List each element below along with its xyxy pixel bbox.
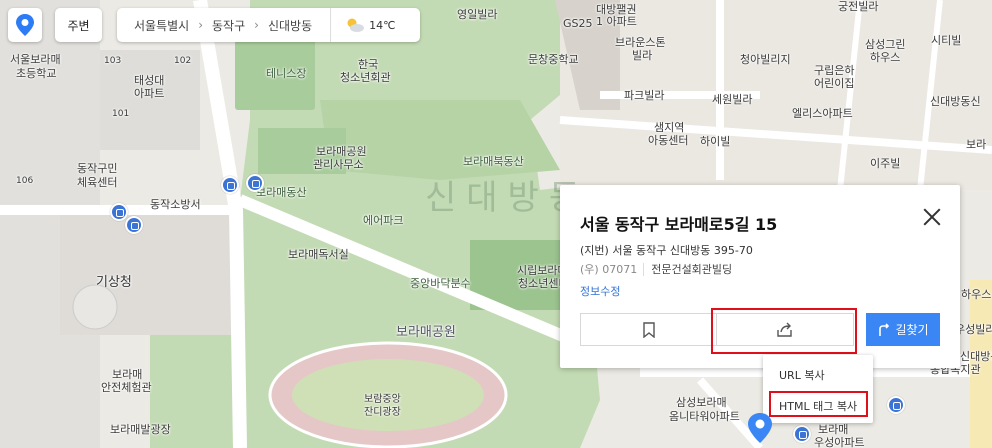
map-label[interactable]: 엘리스아파트 (792, 107, 853, 120)
map-label[interactable]: 동작소방서 (150, 198, 201, 211)
bus-stop-icon[interactable] (221, 176, 239, 194)
map-label[interactable]: 삼성그린 (865, 38, 905, 51)
map-label[interactable]: 청아빌리지 (740, 53, 791, 66)
breadcrumb: 서울특별시 › 동작구 › 신대방동 14℃ (117, 8, 420, 42)
map-label[interactable]: 샘지역 (654, 121, 684, 134)
bus-stop-icon[interactable] (887, 396, 905, 414)
map-label[interactable]: 보라매북동산 (463, 155, 524, 168)
map-label[interactable]: 브라운스톤 (615, 36, 666, 49)
chevron-right-icon: › (254, 18, 259, 32)
bus-stop-icon[interactable] (793, 425, 811, 443)
map-label[interactable]: 아파트 (134, 87, 164, 100)
postcode-line: (우) 07071 전문건설회관빌딩 (580, 261, 733, 277)
map-label[interactable]: 옴니타워아파트 (669, 410, 740, 423)
home-logo[interactable] (8, 8, 42, 42)
map-label[interactable]: 태성대 (134, 74, 164, 87)
bookmark-icon (642, 321, 655, 338)
map-label: 101 (112, 109, 130, 119)
bus-stop-icon[interactable] (246, 174, 264, 192)
directions-icon (879, 322, 890, 336)
nearby-button[interactable]: 주변 (55, 8, 102, 42)
map-label[interactable]: 궁전빌라 (838, 0, 878, 13)
map-label[interactable]: 하이빌 (700, 135, 730, 148)
map-label[interactable]: 신대방동신 (930, 95, 981, 108)
map-label[interactable]: 신대방동 (960, 350, 992, 363)
breadcrumb-dong[interactable]: 신대방동 (259, 17, 312, 34)
map-label[interactable]: 청소년회관 (340, 71, 391, 84)
directions-button[interactable]: 길찾기 (866, 313, 940, 346)
map-label: 103 (104, 56, 122, 66)
share-highlight-box (711, 308, 857, 354)
map-label[interactable]: 문창중학교 (528, 53, 579, 66)
breadcrumb-city[interactable]: 서울특별시 (117, 17, 189, 34)
map-label[interactable]: 1 아파트 (596, 15, 637, 28)
map-label[interactable]: 기상청 (96, 276, 132, 289)
map-label[interactable]: 보라매공원 (316, 145, 367, 158)
map-label[interactable]: 아동센터 (648, 134, 688, 147)
map-label[interactable]: 삼성보라매 (676, 396, 727, 409)
map-label[interactable]: 보라매 (818, 423, 848, 436)
map-label[interactable]: 우성아파트 (814, 436, 865, 448)
map-label[interactable]: 파크빌라 (624, 89, 664, 102)
bookmark-button[interactable] (580, 313, 717, 346)
map-label[interactable]: 안전체험관 (101, 381, 152, 394)
map-label[interactable]: 초등학교 (16, 67, 56, 80)
postcode: (우) 07071 (580, 263, 638, 276)
bus-stop-icon[interactable] (110, 203, 128, 221)
map-pin-logo-icon (16, 14, 34, 36)
map-label[interactable]: 보라매동산 (256, 186, 307, 199)
map-label[interactable]: 보람중앙 (364, 393, 401, 406)
partly-cloudy-icon (347, 18, 365, 32)
map-label[interactable]: 보라매발광장 (110, 423, 171, 436)
map-label[interactable]: 우성빌라 (955, 323, 992, 336)
weather-widget[interactable]: 14℃ (330, 8, 395, 42)
map-label[interactable]: 보라매 (112, 368, 142, 381)
map-label[interactable]: 체육센터 (77, 176, 117, 189)
map-label[interactable]: 보라매공원 (396, 326, 456, 339)
place-title: 서울 동작구 보라매로5길 15 (580, 215, 778, 234)
map-label[interactable]: 관리사무소 (313, 158, 364, 171)
temperature: 14℃ (369, 18, 396, 32)
map-label[interactable]: 보라 (966, 138, 986, 151)
map-label: 106 (16, 176, 34, 186)
map-label[interactable]: 시티빌 (931, 34, 961, 47)
location-marker-icon[interactable] (747, 413, 773, 443)
map-label[interactable]: 잔디광장 (364, 406, 401, 419)
map-label[interactable]: GS25 (563, 17, 593, 30)
jibun-address: (지번) 서울 동작구 신대방동 395-70 (580, 244, 753, 257)
map-label: 102 (174, 56, 192, 66)
building-name: 전문건설회관빌딩 (643, 263, 733, 276)
edit-info-link[interactable]: 정보수정 (580, 283, 620, 299)
chevron-right-icon: › (198, 18, 204, 32)
close-icon[interactable] (922, 207, 942, 227)
map-label[interactable]: 구립은하 (814, 64, 854, 77)
map-label[interactable]: 어린이집 (814, 77, 854, 90)
map-label[interactable]: 보라매독서실 (288, 248, 349, 261)
directions-label: 길찾기 (895, 323, 929, 337)
map-label[interactable]: 하우스 (870, 51, 900, 64)
map-label[interactable]: 세원빌라 (712, 93, 752, 106)
bus-stop-icon[interactable] (125, 216, 143, 234)
breadcrumb-district[interactable]: 동작구 (203, 17, 245, 34)
map-label[interactable]: 영일빌라 (457, 8, 497, 21)
map-label[interactable]: 서울보라매 (10, 53, 61, 66)
map-label[interactable]: 빌라 (632, 49, 652, 62)
map-label[interactable]: 에어파크 (363, 214, 403, 227)
map-label[interactable]: 테니스장 (266, 67, 306, 80)
map-label[interactable]: 하우스 (961, 288, 991, 301)
map-label[interactable]: 중앙바닥분수 (410, 277, 471, 290)
map-label[interactable]: 이주빌 (870, 157, 900, 170)
copy-url-item[interactable]: URL 복사 (763, 367, 873, 383)
map-label[interactable]: 동작구민 (77, 162, 117, 175)
map-label[interactable]: 한국 (358, 58, 378, 71)
html-copy-highlight-box (769, 391, 868, 417)
